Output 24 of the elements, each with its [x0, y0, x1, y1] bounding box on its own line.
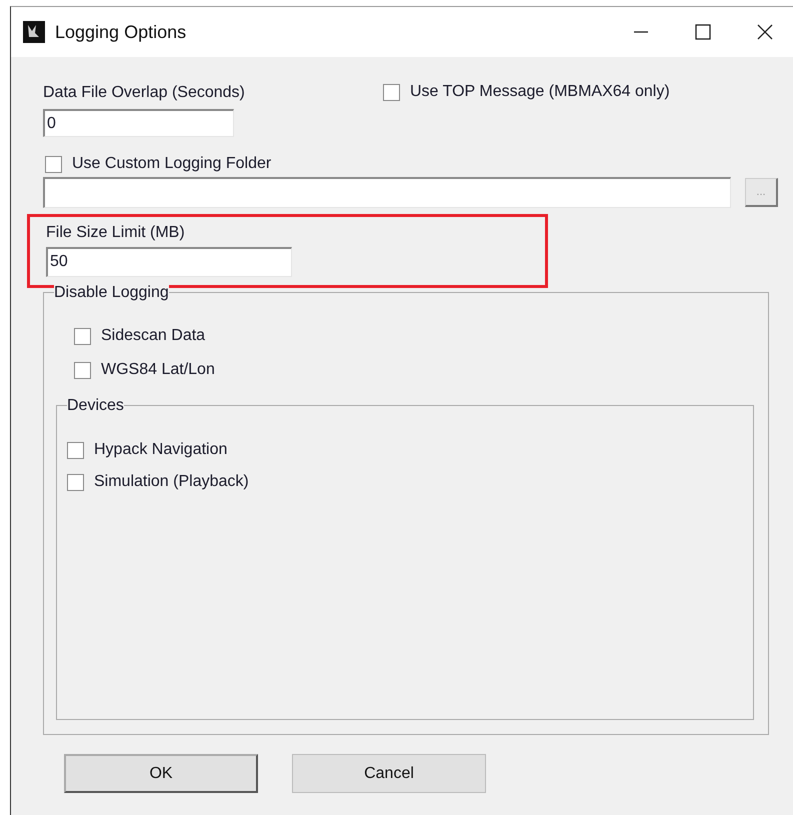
checkbox-label: WGS84 Lat/Lon [101, 361, 215, 379]
checkbox[interactable] [67, 474, 84, 490]
input-field[interactable]: 0 [43, 109, 234, 137]
checkbox-label: Hypack Navigation [94, 441, 228, 459]
field-label: Data File Overlap (Seconds) [43, 83, 246, 103]
checkbox[interactable] [45, 156, 62, 172]
close-icon[interactable] [757, 24, 773, 40]
checkbox-label: Use TOP Message (MBMAX64 only) [410, 83, 670, 101]
checkbox[interactable] [67, 442, 84, 458]
input-field[interactable]: 50 [46, 247, 292, 277]
folder-path-field[interactable] [43, 177, 731, 208]
checkbox-label: Sidescan Data [101, 327, 206, 345]
ok-button[interactable]: OK [64, 754, 258, 793]
checkbox[interactable] [74, 362, 91, 378]
checkbox-label: Simulation (Playback) [94, 473, 249, 491]
window-title: Logging Options [55, 22, 186, 42]
checkbox[interactable] [383, 84, 400, 100]
group-title: Disable Logging [54, 283, 169, 303]
maximize-icon[interactable] [695, 24, 711, 40]
checkbox-label: Use Custom Logging Folder [72, 155, 272, 173]
field-label: File Size Limit (MB) [46, 223, 186, 243]
checkbox[interactable] [74, 328, 91, 344]
app-icon [23, 21, 45, 43]
cancel-button[interactable]: Cancel [292, 754, 486, 793]
